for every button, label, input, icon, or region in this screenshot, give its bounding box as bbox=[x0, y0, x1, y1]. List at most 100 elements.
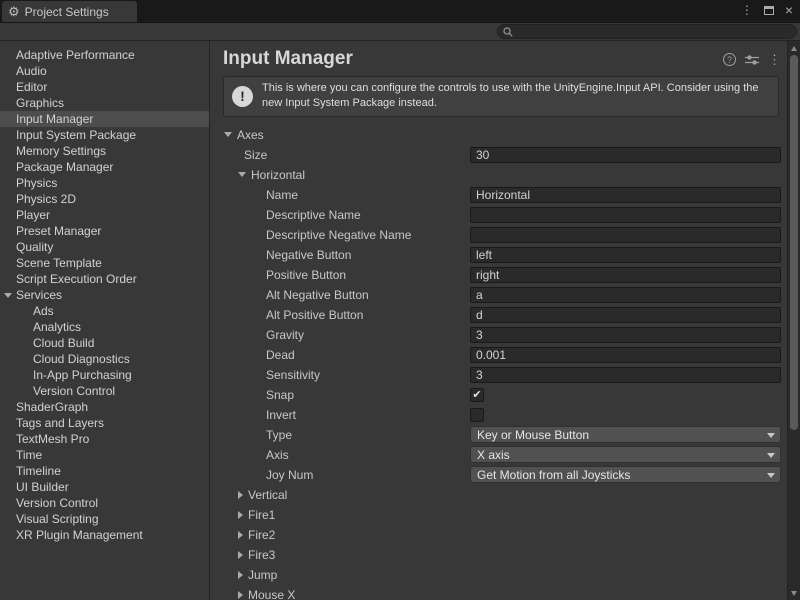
text-field-descriptive-name[interactable] bbox=[470, 207, 781, 223]
sidebar-item-package-manager[interactable]: Package Manager bbox=[0, 159, 209, 175]
text-field-size[interactable] bbox=[470, 147, 781, 163]
foldout-mouse-x: Mouse X bbox=[210, 585, 787, 600]
checkbox-invert[interactable] bbox=[470, 408, 484, 422]
sidebar-item-textmesh-pro[interactable]: TextMesh Pro bbox=[0, 431, 209, 447]
help-icon[interactable]: ? bbox=[723, 53, 736, 66]
foldout-label[interactable]: Fire2 bbox=[248, 528, 275, 542]
sidebar-item-graphics[interactable]: Graphics bbox=[0, 95, 209, 111]
sidebar-item-input-manager[interactable]: Input Manager bbox=[0, 111, 209, 127]
foldout-arrow-icon[interactable] bbox=[4, 293, 12, 298]
sidebar-item-ads[interactable]: Ads bbox=[0, 303, 209, 319]
preset-icon[interactable] bbox=[745, 54, 759, 66]
sidebar-item-label: Services bbox=[16, 288, 62, 302]
sidebar-item-ui-builder[interactable]: UI Builder bbox=[0, 479, 209, 495]
sidebar-item-label: Physics bbox=[16, 176, 57, 190]
sidebar-item-editor[interactable]: Editor bbox=[0, 79, 209, 95]
sidebar-item-quality[interactable]: Quality bbox=[0, 239, 209, 255]
sidebar-item-memory-settings[interactable]: Memory Settings bbox=[0, 143, 209, 159]
property-row-sensitivity: Sensitivity bbox=[210, 365, 787, 385]
foldout-arrow-icon[interactable] bbox=[224, 132, 232, 137]
maximize-icon[interactable] bbox=[764, 6, 774, 15]
sidebar-item-label: Timeline bbox=[16, 464, 61, 478]
sidebar-item-script-execution-order[interactable]: Script Execution Order bbox=[0, 271, 209, 287]
foldout-jump: Jump bbox=[210, 565, 787, 585]
scrollbar-thumb[interactable] bbox=[790, 55, 798, 430]
property-label: Name bbox=[266, 188, 470, 202]
sidebar-item-in-app-purchasing[interactable]: In-App Purchasing bbox=[0, 367, 209, 383]
content-area: Adaptive PerformanceAudioEditorGraphicsI… bbox=[0, 41, 800, 600]
context-menu-icon[interactable]: ⋮ bbox=[768, 53, 781, 66]
text-field-negative-button[interactable] bbox=[470, 247, 781, 263]
sidebar-item-shadergraph[interactable]: ShaderGraph bbox=[0, 399, 209, 415]
sidebar-item-timeline[interactable]: Timeline bbox=[0, 463, 209, 479]
sidebar-item-cloud-diagnostics[interactable]: Cloud Diagnostics bbox=[0, 351, 209, 367]
text-field-dead[interactable] bbox=[470, 347, 781, 363]
sidebar-item-adaptive-performance[interactable]: Adaptive Performance bbox=[0, 47, 209, 63]
page-title: Input Manager bbox=[223, 48, 787, 70]
text-field-positive-button[interactable] bbox=[470, 267, 781, 283]
foldout-label[interactable]: Fire3 bbox=[248, 548, 275, 562]
sidebar-item-cloud-build[interactable]: Cloud Build bbox=[0, 335, 209, 351]
vertical-scrollbar[interactable] bbox=[787, 41, 800, 600]
sidebar-item-physics-2d[interactable]: Physics 2D bbox=[0, 191, 209, 207]
sidebar-item-xr-plugin-management[interactable]: XR Plugin Management bbox=[0, 527, 209, 543]
text-field-name[interactable] bbox=[470, 187, 781, 203]
tab-project-settings[interactable]: ⚙ Project Settings bbox=[2, 1, 137, 22]
sidebar-item-time[interactable]: Time bbox=[0, 447, 209, 463]
checkbox-snap[interactable]: ✔ bbox=[470, 388, 484, 402]
dropdown-joy-num[interactable]: Get Motion from all Joysticks bbox=[470, 466, 781, 483]
foldout-label[interactable]: Jump bbox=[248, 568, 277, 582]
property-label: Negative Button bbox=[266, 248, 470, 262]
scroll-down-arrow-icon[interactable] bbox=[788, 587, 800, 599]
property-row-size: Size bbox=[210, 145, 787, 165]
property-label: Descriptive Negative Name bbox=[266, 228, 470, 242]
sidebar-item-preset-manager[interactable]: Preset Manager bbox=[0, 223, 209, 239]
foldout-label[interactable]: Axes bbox=[237, 128, 264, 142]
foldout-arrow-icon[interactable] bbox=[238, 591, 243, 599]
sidebar-item-audio[interactable]: Audio bbox=[0, 63, 209, 79]
text-field-gravity[interactable] bbox=[470, 327, 781, 343]
foldout-arrow-icon[interactable] bbox=[238, 172, 246, 177]
foldout-label[interactable]: Mouse X bbox=[248, 588, 295, 600]
help-box: ! This is where you can configure the co… bbox=[223, 76, 779, 117]
sidebar-item-label: ShaderGraph bbox=[16, 400, 88, 414]
sidebar-item-label: Quality bbox=[16, 240, 53, 254]
dropdown-type[interactable]: Key or Mouse Button bbox=[470, 426, 781, 443]
property-label: Alt Negative Button bbox=[266, 288, 470, 302]
property-row-type: TypeKey or Mouse Button bbox=[210, 425, 787, 445]
text-field-alt-positive-button[interactable] bbox=[470, 307, 781, 323]
scroll-up-arrow-icon[interactable] bbox=[788, 42, 800, 54]
foldout-arrow-icon[interactable] bbox=[238, 571, 243, 579]
search-input[interactable] bbox=[517, 26, 791, 38]
sidebar-item-physics[interactable]: Physics bbox=[0, 175, 209, 191]
foldout-label[interactable]: Horizontal bbox=[251, 168, 305, 182]
sidebar-item-analytics[interactable]: Analytics bbox=[0, 319, 209, 335]
text-field-descriptive-negative-name[interactable] bbox=[470, 227, 781, 243]
text-field-sensitivity[interactable] bbox=[470, 367, 781, 383]
foldout-label[interactable]: Fire1 bbox=[248, 508, 275, 522]
property-label: Positive Button bbox=[266, 268, 470, 282]
foldout-fire2: Fire2 bbox=[210, 525, 787, 545]
foldout-label[interactable]: Vertical bbox=[248, 488, 287, 502]
sidebar-item-version-control[interactable]: Version Control bbox=[0, 495, 209, 511]
sidebar-item-services[interactable]: Services bbox=[0, 287, 209, 303]
sidebar-item-visual-scripting[interactable]: Visual Scripting bbox=[0, 511, 209, 527]
sidebar-item-label: Graphics bbox=[16, 96, 64, 110]
sidebar-item-input-system-package[interactable]: Input System Package bbox=[0, 127, 209, 143]
foldout-arrow-icon[interactable] bbox=[238, 511, 243, 519]
window-menu-icon[interactable]: ⋮ bbox=[741, 4, 753, 16]
search-field[interactable] bbox=[497, 24, 797, 39]
close-icon[interactable]: × bbox=[785, 3, 793, 17]
chevron-down-icon bbox=[767, 453, 775, 458]
sidebar-item-version-control[interactable]: Version Control bbox=[0, 383, 209, 399]
foldout-arrow-icon[interactable] bbox=[238, 531, 243, 539]
sidebar-item-label: Adaptive Performance bbox=[16, 48, 135, 62]
sidebar-item-player[interactable]: Player bbox=[0, 207, 209, 223]
foldout-arrow-icon[interactable] bbox=[238, 551, 243, 559]
dropdown-axis[interactable]: X axis bbox=[470, 446, 781, 463]
foldout-arrow-icon[interactable] bbox=[238, 491, 243, 499]
sidebar-item-scene-template[interactable]: Scene Template bbox=[0, 255, 209, 271]
text-field-alt-negative-button[interactable] bbox=[470, 287, 781, 303]
input-manager-panel: Input Manager ? ⋮ ! This is where you ca… bbox=[210, 41, 787, 600]
sidebar-item-tags-and-layers[interactable]: Tags and Layers bbox=[0, 415, 209, 431]
